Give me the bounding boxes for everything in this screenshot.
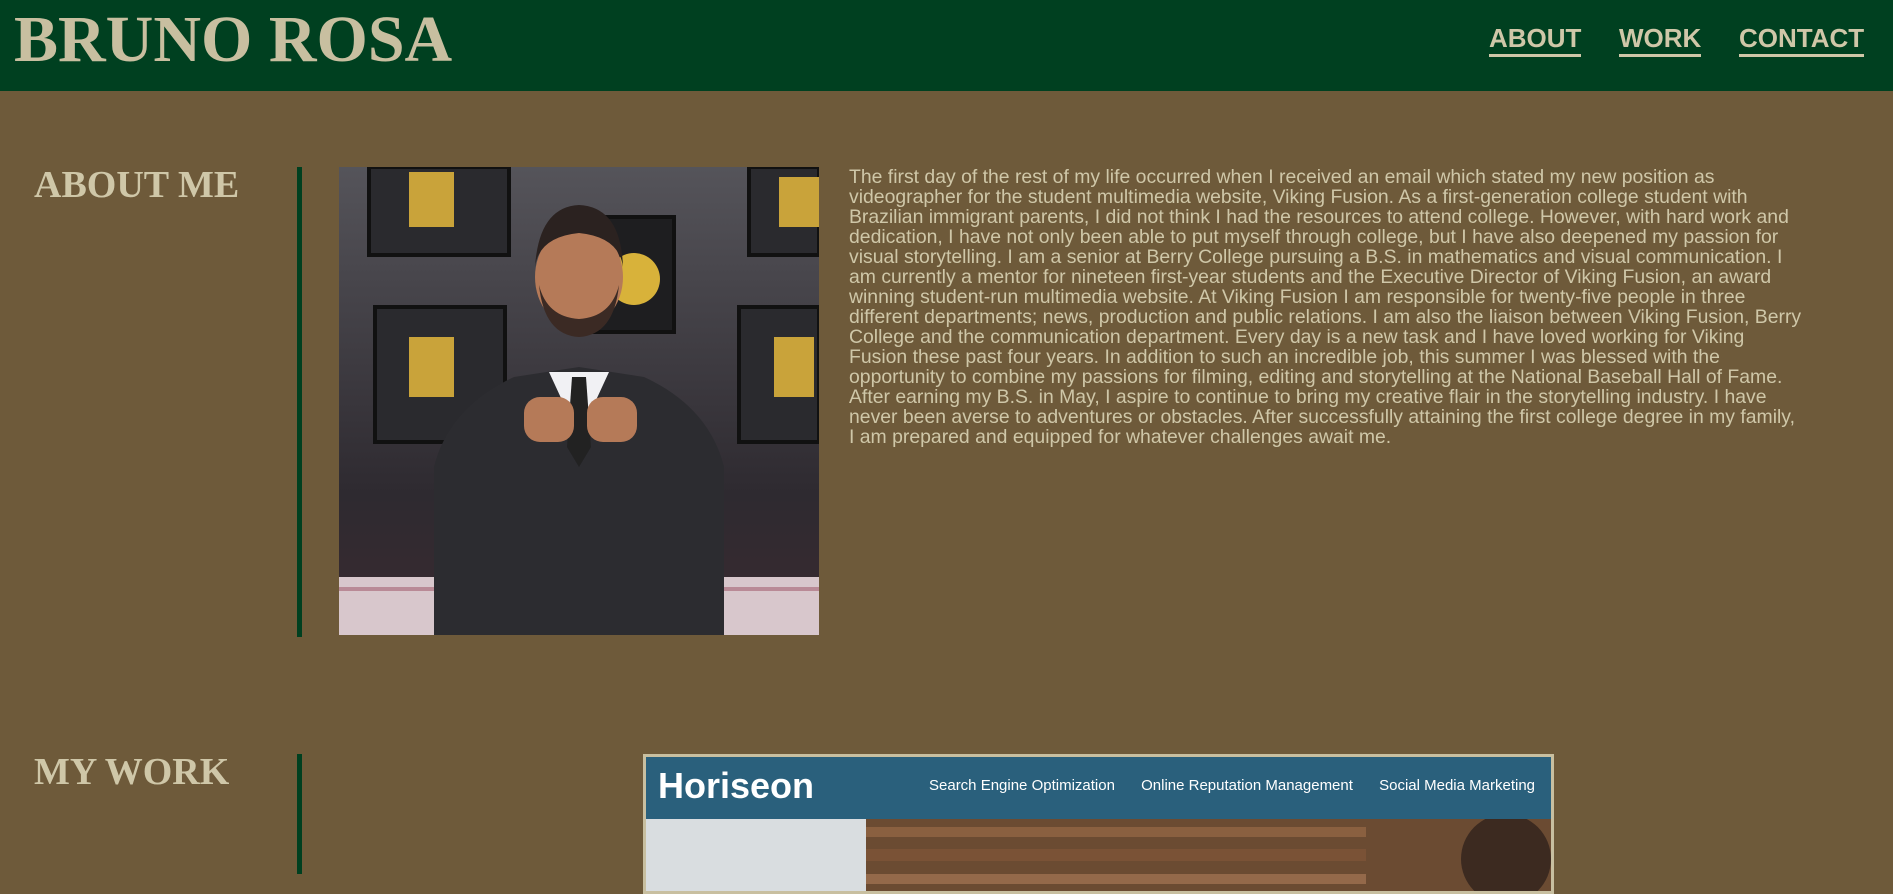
work-divider xyxy=(297,754,302,874)
site-title: BRUNO ROSA xyxy=(14,3,453,76)
project-link: Online Reputation Management xyxy=(1141,777,1353,794)
project-brand: Horiseon xyxy=(658,765,815,806)
project-nav: Search Engine Optimization Online Reputa… xyxy=(907,777,1535,794)
nav-contact-link[interactable]: CONTACT xyxy=(1739,22,1865,57)
project-hero-image xyxy=(646,814,1551,891)
project-link: Search Engine Optimization xyxy=(929,777,1115,794)
project-link: Social Media Marketing xyxy=(1379,777,1535,794)
nav-work-link[interactable]: WORK xyxy=(1619,22,1702,57)
work-heading: MY WORK xyxy=(34,751,230,793)
portrait-photo-icon xyxy=(339,167,819,635)
project-header-bar: Horiseon Search Engine Optimization Onli… xyxy=(646,757,1551,819)
nav-about-link[interactable]: ABOUT xyxy=(1489,22,1582,57)
about-body-text: The first day of the rest of my life occ… xyxy=(849,166,1802,448)
project-thumbnail[interactable]: Horiseon Search Engine Optimization Onli… xyxy=(643,754,1554,894)
about-heading: ABOUT ME xyxy=(34,164,240,206)
site-header: BRUNO ROSA ABOUT WORK CONTACT xyxy=(0,0,1893,91)
profile-photo xyxy=(339,167,819,635)
about-divider xyxy=(297,167,302,637)
